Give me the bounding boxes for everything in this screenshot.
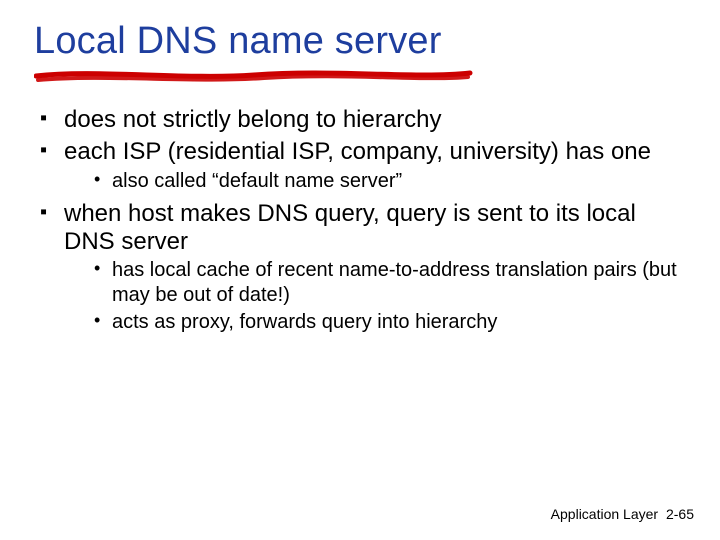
slide-footer: Application Layer 2-65	[551, 506, 694, 522]
sub-bullet-text: also called “default name server”	[112, 170, 402, 192]
bullet-text: when host makes DNS query, query is sent…	[64, 200, 636, 255]
sub-bullet-item: has local cache of recent name-to-addres…	[64, 258, 686, 308]
slide: Local DNS name server does not strictly …	[0, 0, 720, 540]
bullet-item: does not strictly belong to hierarchy	[34, 106, 686, 134]
sub-bullet-text: has local cache of recent name-to-addres…	[112, 259, 677, 306]
sub-bullet-text: acts as proxy, forwards query into hiera…	[112, 311, 497, 333]
title-underline	[34, 68, 686, 82]
bullet-item: each ISP (residential ISP, company, univ…	[34, 138, 686, 193]
sub-bullet-item: acts as proxy, forwards query into hiera…	[64, 310, 686, 335]
slide-body: does not strictly belong to hierarchy ea…	[34, 106, 686, 335]
sub-bullet-item: also called “default name server”	[64, 169, 686, 194]
footer-page: 2-65	[666, 506, 694, 522]
footer-label: Application Layer	[551, 506, 658, 522]
bullet-item: when host makes DNS query, query is sent…	[34, 200, 686, 336]
bullet-text: each ISP (residential ISP, company, univ…	[64, 138, 651, 165]
page-title: Local DNS name server	[34, 22, 686, 62]
bullet-text: does not strictly belong to hierarchy	[64, 106, 442, 133]
